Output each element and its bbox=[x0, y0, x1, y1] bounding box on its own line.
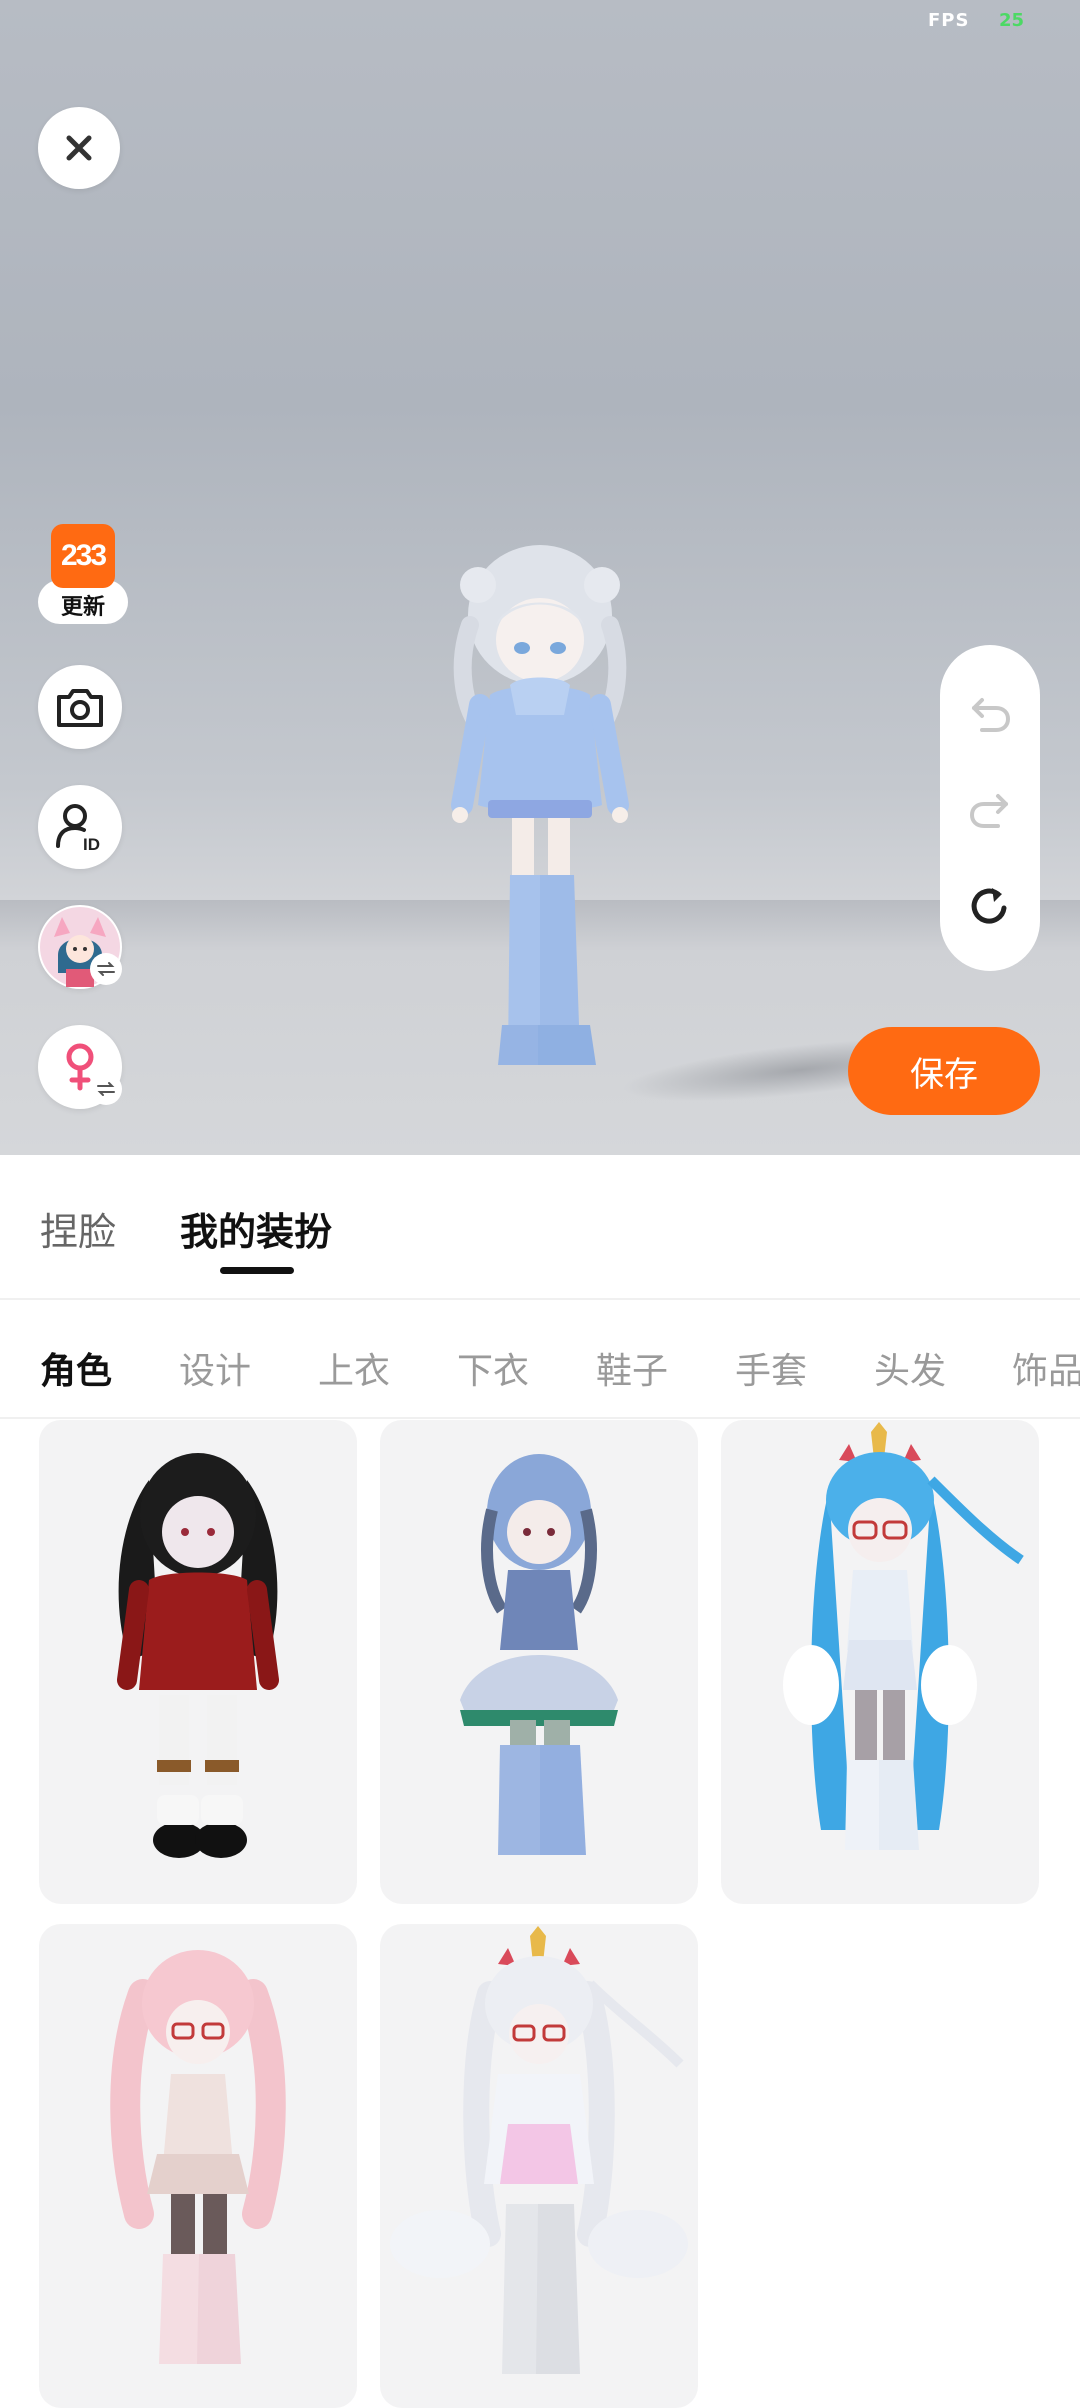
outfit-card[interactable] bbox=[39, 1420, 357, 1904]
category-bottom[interactable]: 下衣 bbox=[457, 1342, 529, 1394]
outfit-card[interactable] bbox=[380, 1420, 698, 1904]
outfit-thumbnail-red-hoodie bbox=[117, 1453, 279, 1858]
avatar-swap-toggle bbox=[90, 953, 122, 985]
avatar-3d-model[interactable] bbox=[440, 545, 640, 1115]
outfit-thumbnail-unicorn-blue bbox=[783, 1422, 1024, 1850]
outfit-panel: 捏脸 我的装扮 角色 设计 上衣 下衣 鞋子 手套 头发 饰品 bbox=[0, 1155, 1080, 2408]
outfit-card[interactable] bbox=[39, 1924, 357, 2408]
swap-icon bbox=[97, 962, 115, 976]
app-233-logo: 233 bbox=[51, 524, 115, 588]
category-hair[interactable]: 头发 bbox=[874, 1342, 946, 1394]
category-design[interactable]: 设计 bbox=[179, 1342, 251, 1394]
camera-icon bbox=[57, 689, 103, 727]
outfit-thumbnail-blue-dress bbox=[460, 1454, 618, 1855]
redo-button[interactable] bbox=[965, 785, 1015, 835]
swap-icon bbox=[97, 1082, 115, 1096]
camera-button[interactable] bbox=[38, 665, 122, 749]
panel-tabs: 捏脸 我的装扮 bbox=[0, 1155, 1080, 1298]
tab-face-sculpt[interactable]: 捏脸 bbox=[40, 1201, 116, 1256]
outfit-card[interactable] bbox=[721, 1420, 1039, 1904]
save-button[interactable]: 保存 bbox=[848, 1027, 1040, 1115]
gender-swap-toggle bbox=[90, 1073, 122, 1105]
redo-icon bbox=[969, 794, 1008, 828]
update-badge[interactable]: 233 更新 bbox=[38, 524, 128, 630]
close-icon bbox=[66, 135, 92, 161]
outfit-thumbnail-pink-hair bbox=[110, 1950, 286, 2364]
close-button[interactable] bbox=[38, 107, 120, 189]
undo-button[interactable] bbox=[965, 689, 1015, 739]
category-shoes[interactable]: 鞋子 bbox=[596, 1342, 668, 1394]
profile-id-icon: ID bbox=[56, 804, 100, 854]
category-accessories[interactable]: 饰品 bbox=[1012, 1342, 1080, 1394]
svg-text:ID: ID bbox=[83, 835, 100, 854]
history-controls bbox=[940, 645, 1040, 971]
category-top[interactable]: 上衣 bbox=[318, 1342, 390, 1394]
category-role[interactable]: 角色 bbox=[40, 1342, 112, 1394]
category-divider bbox=[0, 1417, 1080, 1419]
avatar-switch-button[interactable] bbox=[38, 905, 122, 989]
fps-label: FPS bbox=[928, 10, 970, 31]
tab-my-outfits[interactable]: 我的装扮 bbox=[180, 1201, 332, 1256]
outfit-thumbnail-unicorn-white bbox=[390, 1926, 688, 2374]
category-gloves[interactable]: 手套 bbox=[735, 1342, 807, 1394]
fps-value: 25 bbox=[999, 10, 1025, 31]
avatar-3d-viewport[interactable]: FPS 25 233 更新 ID 保存 bbox=[0, 0, 1080, 1155]
undo-icon bbox=[972, 698, 1011, 732]
outfit-card[interactable] bbox=[380, 1924, 698, 2408]
gender-button[interactable] bbox=[38, 1025, 122, 1109]
profile-id-button[interactable]: ID bbox=[38, 785, 122, 869]
reset-icon bbox=[971, 888, 1007, 924]
category-bar: 角色 设计 上衣 下衣 鞋子 手套 头发 饰品 bbox=[0, 1300, 1080, 1420]
reset-button[interactable] bbox=[965, 881, 1015, 931]
active-tab-indicator bbox=[220, 1267, 294, 1274]
